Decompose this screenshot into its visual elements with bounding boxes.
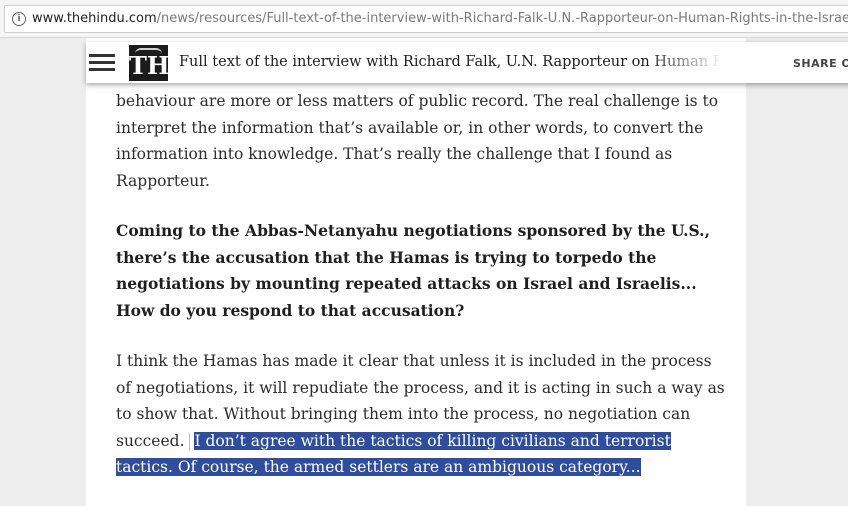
url-field[interactable]: i www.thehindu.com/news/resources/Full-t… bbox=[4, 5, 848, 33]
browser-address-bar: i www.thehindu.com/news/resources/Full-t… bbox=[0, 0, 848, 38]
selected-text[interactable]: I don’t agree with the tactics of killin… bbox=[116, 431, 671, 476]
share-on-label: SHARE ON bbox=[793, 57, 848, 70]
logo-crest-icon bbox=[135, 48, 162, 56]
page-background: behaviour are more or less matters of pu… bbox=[0, 38, 848, 506]
sticky-header: TH Full text of the interview with Richa… bbox=[86, 42, 848, 83]
the-hindu-logo[interactable]: TH bbox=[129, 45, 170, 81]
header-article-title: Full text of the interview with Richard … bbox=[179, 54, 719, 70]
interview-question: Coming to the Abbas-Netanyahu negotiatio… bbox=[116, 221, 710, 320]
article-column: behaviour are more or less matters of pu… bbox=[86, 38, 746, 506]
article-body: behaviour are more or less matters of pu… bbox=[116, 88, 726, 505]
info-icon[interactable]: i bbox=[12, 12, 26, 26]
hamburger-menu-icon[interactable] bbox=[89, 54, 115, 72]
title-fade bbox=[646, 42, 726, 83]
url-host: www.thehindu.com bbox=[32, 11, 157, 26]
text-cursor bbox=[188, 432, 190, 451]
paragraph: behaviour are more or less matters of pu… bbox=[116, 92, 719, 190]
url-path: /news/resources/Full-text-of-the-intervi… bbox=[156, 11, 848, 26]
url-text[interactable]: www.thehindu.com/news/resources/Full-tex… bbox=[32, 11, 848, 26]
interview-answer: I think the Hamas has made it clear that… bbox=[116, 348, 726, 481]
